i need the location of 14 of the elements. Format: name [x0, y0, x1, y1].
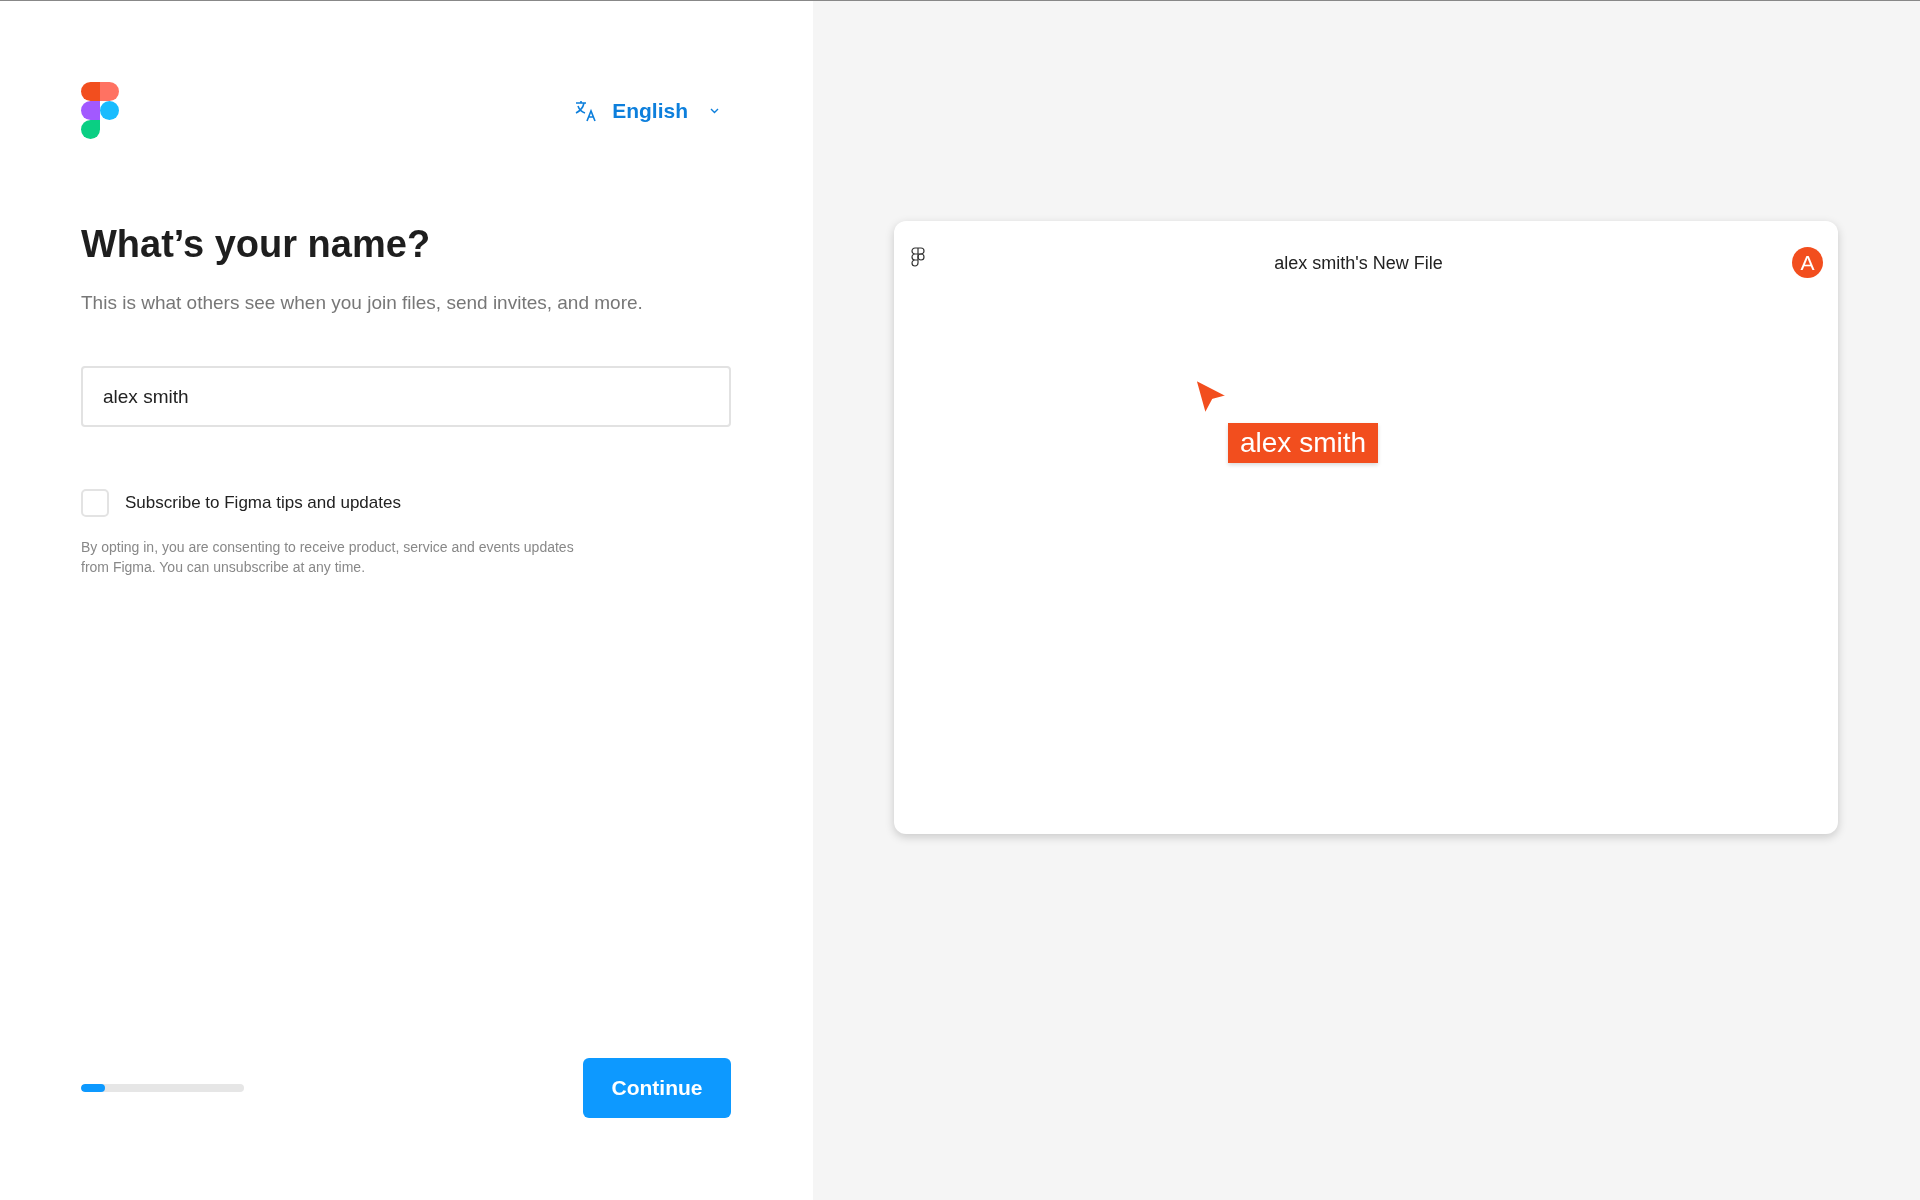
figma-logo — [81, 82, 119, 139]
translate-icon — [574, 98, 599, 123]
caret-icon — [710, 107, 719, 114]
cursor-label: alex smith — [1228, 423, 1379, 463]
page-heading: What’s your name? — [81, 223, 432, 266]
subtitle: This is what others see when you join files, send invites, and more. — [81, 292, 644, 314]
language-selector[interactable]: English — [574, 98, 731, 123]
consent-note: By opting in, you are consenting to receive product, service and events updates from Figma. You can unsubscribe at any time. — [81, 538, 575, 577]
name-field[interactable]: alex smith — [81, 366, 731, 427]
subscribe-checkbox[interactable] — [81, 489, 109, 517]
figma-icon — [911, 246, 925, 267]
user-avatar: A — [1792, 247, 1823, 278]
file-title: alex smith's New File — [1274, 253, 1443, 274]
subscribe-label[interactable]: Subscribe to Figma tips and updates — [125, 493, 401, 513]
